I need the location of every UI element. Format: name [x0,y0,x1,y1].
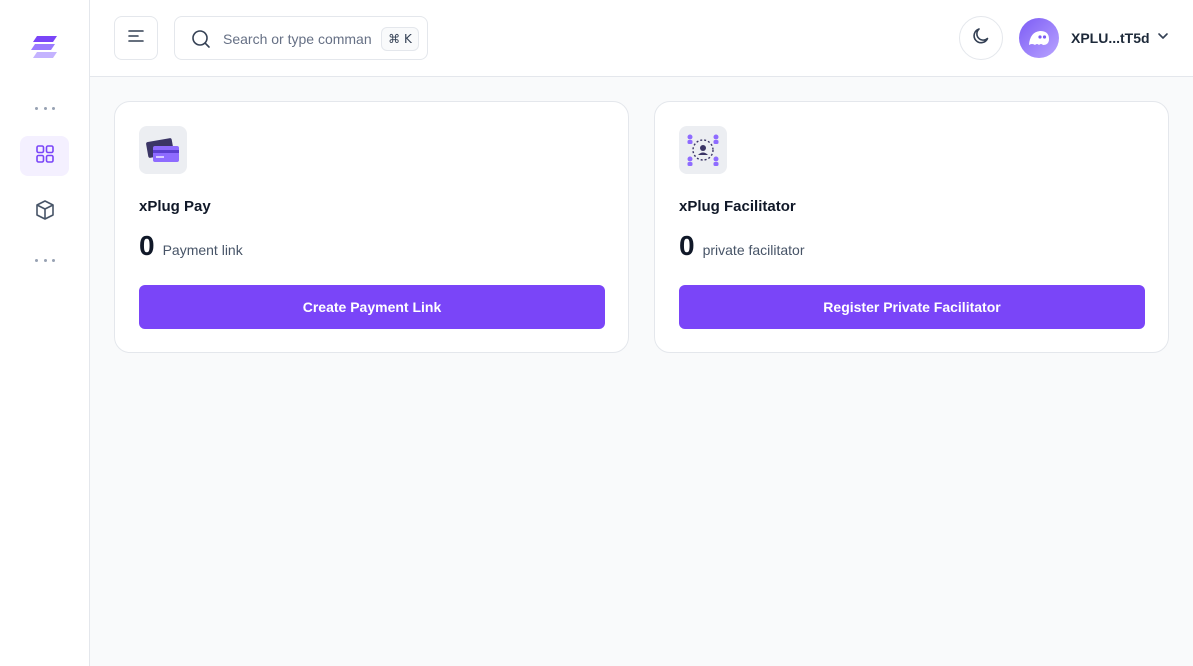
register-private-facilitator-button[interactable]: Register Private Facilitator [679,285,1145,329]
search-shortcut-badge: ⌘ K [381,27,419,51]
search-box: ⌘ K [174,16,428,60]
card-stat: 0 Payment link [139,230,243,262]
top-header: ⌘ K XPLU...tT5d [90,0,1193,77]
sidebar-item-dashboard[interactable] [20,136,69,176]
box-icon [34,199,56,226]
search-icon [191,29,211,54]
card-title: xPlug Facilitator [679,198,796,215]
more-dots-icon [35,104,55,112]
network-icon [679,126,727,174]
xplug-pay-card: xPlug Pay 0 Payment link Create Payment … [114,101,629,353]
menu-toggle-button[interactable] [114,16,158,60]
user-name: XPLU...tT5d [1071,30,1150,46]
logo-icon[interactable] [27,28,63,64]
grid-icon [35,144,55,169]
search-input[interactable] [223,27,373,51]
facilitator-label: private facilitator [702,242,805,258]
facilitator-count: 0 [679,230,695,261]
chevron-down-icon [1156,29,1170,48]
avatar [1019,18,1059,58]
more-dots-icon [35,256,55,264]
payment-link-count: 0 [139,230,155,261]
sidebar-item-products[interactable] [20,192,69,232]
theme-toggle-button[interactable] [959,16,1003,60]
user-menu[interactable]: XPLU...tT5d [1019,18,1170,58]
card-stat: 0 private facilitator [679,230,805,262]
payment-link-label: Payment link [162,242,243,258]
sidebar [0,0,90,666]
xplug-facilitator-card: xPlug Facilitator 0 private facilitator … [654,101,1169,353]
moon-icon [971,26,991,51]
card-title: xPlug Pay [139,198,211,215]
credit-card-icon [139,126,187,174]
create-payment-link-button[interactable]: Create Payment Link [139,285,605,329]
menu-icon [127,29,145,48]
